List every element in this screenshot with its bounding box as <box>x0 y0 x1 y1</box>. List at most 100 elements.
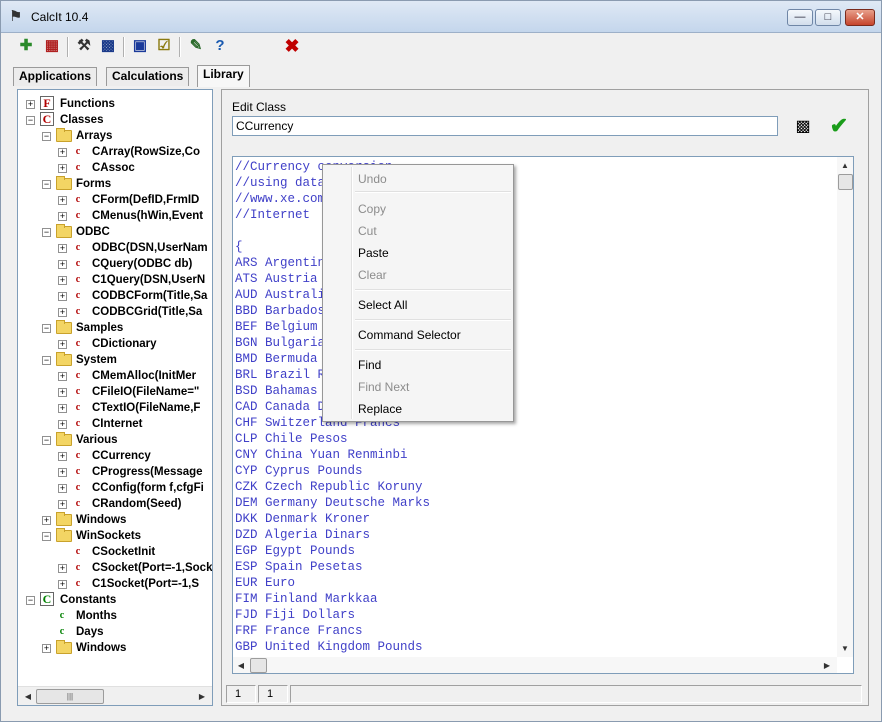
tree-item[interactable]: − WinSockets <box>18 528 212 544</box>
expand-icon[interactable]: + <box>26 100 35 109</box>
tree-item[interactable]: + c CAssoc <box>18 160 212 176</box>
tree-item[interactable]: − C Constants <box>18 592 212 608</box>
expand-icon[interactable]: + <box>58 340 67 349</box>
menu-item-undo[interactable]: Undo <box>358 169 387 189</box>
tree-item[interactable]: + c CMenus(hWin,Event <box>18 208 212 224</box>
class-name-input[interactable]: CCurrency <box>232 116 778 136</box>
collapse-icon[interactable]: − <box>42 532 51 541</box>
minimize-button[interactable]: — <box>787 9 813 26</box>
editor-vertical-scrollbar[interactable]: ▲ ▼ <box>837 157 853 657</box>
expand-icon[interactable]: + <box>58 276 67 285</box>
tree-item[interactable]: + c CTextIO(FileName,F <box>18 400 212 416</box>
options-icon[interactable]: ✎ <box>185 35 207 57</box>
checkmark-icon[interactable]: ✔ <box>828 114 850 138</box>
collapse-icon[interactable]: − <box>42 228 51 237</box>
collapse-icon[interactable]: − <box>42 132 51 141</box>
expand-icon[interactable]: + <box>58 484 67 493</box>
help-icon[interactable]: ? <box>209 35 231 57</box>
scroll-left-icon[interactable]: ◀ <box>233 657 249 673</box>
calculator-button-icon[interactable]: ▩ <box>792 116 814 138</box>
tree-item[interactable]: − Arrays <box>18 128 212 144</box>
menu-item-copy[interactable]: Copy <box>358 199 386 219</box>
tree-item[interactable]: + Windows <box>18 640 212 656</box>
tree-item[interactable]: + c CFileIO(FileName=" <box>18 384 212 400</box>
expand-icon[interactable]: + <box>58 500 67 509</box>
expand-icon[interactable]: + <box>58 260 67 269</box>
scrollbar-thumb[interactable] <box>838 174 853 190</box>
collapse-icon[interactable]: − <box>42 436 51 445</box>
tree-item[interactable]: + c CInternet <box>18 416 212 432</box>
collapse-icon[interactable]: − <box>42 356 51 365</box>
expand-icon[interactable]: + <box>58 420 67 429</box>
expand-icon[interactable]: + <box>58 148 67 157</box>
menu-item-paste[interactable]: Paste <box>358 243 389 263</box>
scroll-down-icon[interactable]: ▼ <box>837 640 853 657</box>
collapse-icon[interactable]: − <box>42 180 51 189</box>
tree-horizontal-scrollbar[interactable]: ◀ ||| ▶ <box>18 686 212 705</box>
tools-icon[interactable]: ⚒ <box>73 35 95 57</box>
menu-item-clear[interactable]: Clear <box>358 265 387 285</box>
tree-item[interactable]: + c ODBC(DSN,UserNam <box>18 240 212 256</box>
tree-item[interactable]: − Samples <box>18 320 212 336</box>
expand-icon[interactable]: + <box>58 196 67 205</box>
scrollbar-thumb[interactable] <box>250 658 267 673</box>
tree-item[interactable]: + c CSocket(Port=-1,Sock <box>18 560 212 576</box>
tree-item[interactable]: + c C1Socket(Port=-1,S <box>18 576 212 592</box>
expand-icon[interactable]: + <box>42 516 51 525</box>
expand-icon[interactable]: + <box>58 580 67 589</box>
tree-item[interactable]: − Forms <box>18 176 212 192</box>
menu-item-find[interactable]: Find <box>358 355 381 375</box>
expand-icon[interactable]: + <box>58 308 67 317</box>
expand-icon[interactable]: + <box>58 388 67 397</box>
tree-item[interactable]: + c CODBCForm(Title,Sa <box>18 288 212 304</box>
menu-item-cut[interactable]: Cut <box>358 221 377 241</box>
tab-library[interactable]: Library <box>197 65 250 87</box>
save-icon[interactable]: ▣ <box>129 35 151 57</box>
collapse-icon[interactable]: − <box>26 116 35 125</box>
tree-item[interactable]: + Windows <box>18 512 212 528</box>
tree-item[interactable]: + c CProgress(Message <box>18 464 212 480</box>
tree-item[interactable]: + c CArray(RowSize,Co <box>18 144 212 160</box>
tree-item[interactable]: − System <box>18 352 212 368</box>
tab-calculations[interactable]: Calculations <box>106 67 190 86</box>
table-icon[interactable]: ▦ <box>41 35 63 57</box>
new-icon[interactable]: ✚ <box>15 35 37 57</box>
tree-item[interactable]: + c CConfig(form f,cfgFi <box>18 480 212 496</box>
checklist-icon[interactable]: ☑ <box>153 35 175 57</box>
expand-icon[interactable]: + <box>58 244 67 253</box>
editor-horizontal-scrollbar[interactable]: ◀ ▶ <box>233 657 837 673</box>
tree-item[interactable]: + c CRandom(Seed) <box>18 496 212 512</box>
tree-item[interactable]: + c C1Query(DSN,UserN <box>18 272 212 288</box>
tree-item[interactable]: + c CCurrency <box>18 448 212 464</box>
tree-item[interactable]: − Various <box>18 432 212 448</box>
expand-icon[interactable]: + <box>58 404 67 413</box>
collapse-icon[interactable]: − <box>26 596 35 605</box>
expand-icon[interactable]: + <box>58 372 67 381</box>
expand-icon[interactable]: + <box>42 644 51 653</box>
tree-item[interactable]: + c CQuery(ODBC db) <box>18 256 212 272</box>
tree-item[interactable]: c Months <box>18 608 212 624</box>
menu-item-replace[interactable]: Replace <box>358 399 402 419</box>
menu-item-find-next[interactable]: Find Next <box>358 377 409 397</box>
library-tree[interactable]: + F Functions − C Classes − Arrays + c CArray(RowS… <box>17 89 213 706</box>
menu-item-select-all[interactable]: Select All <box>358 295 407 315</box>
expand-icon[interactable]: + <box>58 212 67 221</box>
maximize-button[interactable]: □ <box>815 9 841 26</box>
tree-item[interactable]: + c CDictionary <box>18 336 212 352</box>
context-menu[interactable]: Undo Copy Cut Paste Clear Select All Command S… <box>322 164 514 422</box>
tree-item[interactable]: c Days <box>18 624 212 640</box>
title-bar[interactable]: ⚑ CalcIt 10.4 — □ ✕ <box>1 1 881 33</box>
tab-applications[interactable]: Applications <box>13 67 98 86</box>
close-button[interactable]: ✕ <box>845 9 875 26</box>
expand-icon[interactable]: + <box>58 468 67 477</box>
menu-item-command-selector[interactable]: Command Selector <box>358 325 461 345</box>
scroll-right-icon[interactable]: ▶ <box>194 688 210 705</box>
tree-item[interactable]: + c CForm(DefID,FrmID <box>18 192 212 208</box>
tree-item[interactable]: + c CMemAlloc(InitMer <box>18 368 212 384</box>
expand-icon[interactable]: + <box>58 292 67 301</box>
expand-icon[interactable]: + <box>58 164 67 173</box>
expand-icon[interactable]: + <box>58 452 67 461</box>
calculator-icon[interactable]: ▩ <box>97 35 119 57</box>
scroll-left-icon[interactable]: ◀ <box>20 688 36 705</box>
scrollbar-thumb[interactable]: ||| <box>36 689 104 704</box>
